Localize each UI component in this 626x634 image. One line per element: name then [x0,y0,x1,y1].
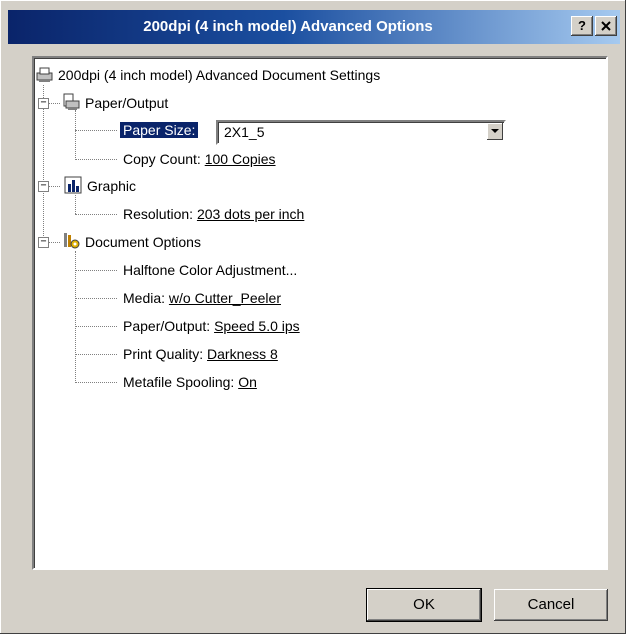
metafile-spooling-value[interactable]: On [238,374,257,390]
tree-connector [75,110,76,160]
print-quality-label: Print Quality: [123,346,204,362]
resolution-label: Resolution: [123,206,194,222]
resolution-item[interactable]: Resolution: 203 dots per inch [123,204,304,224]
printer-icon [36,67,53,82]
document-options-icon [64,233,80,249]
dropdown-button[interactable] [487,123,503,140]
ok-button[interactable]: OK [367,589,481,621]
paper-size-item[interactable]: Paper Size: [120,120,199,140]
speed-label: Paper/Output: [123,318,211,334]
print-quality-item[interactable]: Print Quality: Darkness 8 [123,344,278,364]
print-quality-value[interactable]: Darkness 8 [207,346,278,362]
graphic-node[interactable]: Graphic [87,176,136,196]
halftone-item[interactable]: Halftone Color Adjustment... [123,260,297,280]
paper-size-dropdown[interactable]: 2X1_5 [216,120,506,145]
copy-count-value[interactable]: 100 Copies [205,151,276,167]
help-button[interactable]: ? [571,16,593,36]
advanced-options-dialog: 200dpi (4 inch model) Advanced Options ?… [0,0,626,634]
paper-size-label: Paper Size: [120,122,199,138]
speed-item[interactable]: Paper/Output: Speed 5.0 ips [123,316,300,336]
tree-connector [75,214,117,215]
media-value[interactable]: w/o Cutter_Peeler [169,290,281,306]
media-item[interactable]: Media: w/o Cutter_Peeler [123,288,281,308]
tree-connector [75,195,76,214]
cancel-button[interactable]: Cancel [494,589,608,621]
title-bar[interactable]: 200dpi (4 inch model) Advanced Options ? [8,10,620,44]
paper-output-icon [63,93,80,110]
close-button[interactable] [595,16,617,36]
paper-output-collapse-toggle[interactable]: − [38,98,49,109]
tree-connector [75,298,117,299]
tree-connector [75,130,117,131]
tree-connector [75,159,117,160]
metafile-spooling-item[interactable]: Metafile Spooling: On [123,372,257,392]
dropdown-arrow-icon [491,129,499,133]
window-title: 200dpi (4 inch model) Advanced Options [143,18,433,35]
tree-root-label[interactable]: 200dpi (4 inch model) Advanced Document … [58,65,380,85]
paper-size-value: 2X1_5 [224,124,265,140]
paper-output-node[interactable]: Paper/Output [85,93,168,113]
graphic-icon [64,176,82,194]
copy-count-item[interactable]: Copy Count: 100 Copies [123,149,276,169]
tree-connector [75,326,117,327]
tree-connector [75,270,117,271]
media-label: Media: [123,290,166,306]
document-options-node[interactable]: Document Options [85,232,201,252]
tree-connector [75,382,117,383]
copy-count-label: Copy Count: [123,151,201,167]
graphic-collapse-toggle[interactable]: − [38,181,49,192]
metafile-spooling-label: Metafile Spooling: [123,374,235,390]
document-options-collapse-toggle[interactable]: − [38,237,49,248]
speed-value[interactable]: Speed 5.0 ips [214,318,300,334]
resolution-value[interactable]: 203 dots per inch [197,206,304,222]
tree-connector [75,354,117,355]
close-icon [601,21,611,31]
